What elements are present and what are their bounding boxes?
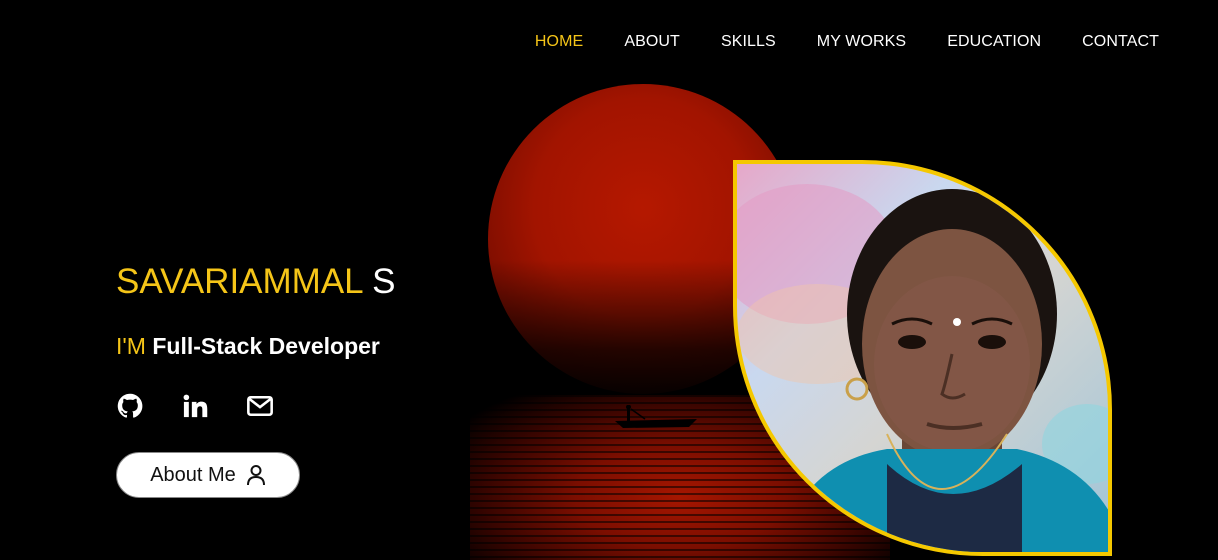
github-icon[interactable] [116, 392, 144, 420]
nav-about[interactable]: ABOUT [624, 33, 680, 51]
hero-role-title: Full-Stack Developer [152, 333, 380, 359]
nav-home[interactable]: HOME [535, 33, 583, 51]
linkedin-icon[interactable] [181, 392, 209, 420]
social-links [116, 392, 274, 420]
boat-silhouette [615, 405, 697, 428]
profile-photo [733, 160, 1112, 556]
top-nav: HOME ABOUT SKILLS MY WORKS EDUCATION CON… [535, 33, 1159, 51]
hero-role: I'M Full-Stack Developer [116, 333, 380, 360]
hero-role-prefix: I'M [116, 333, 146, 359]
nav-skills[interactable]: SKILLS [721, 33, 776, 51]
about-me-label: About Me [150, 463, 236, 486]
user-icon [246, 465, 265, 486]
nav-education[interactable]: EDUCATION [947, 33, 1041, 51]
nav-my-works[interactable]: MY WORKS [817, 33, 906, 51]
hero-name: SAVARIAMMAL S [116, 262, 395, 302]
hero-first-name: SAVARIAMMAL [116, 262, 363, 301]
portrait-illustration [737, 184, 1108, 552]
mail-icon[interactable] [246, 392, 274, 420]
about-me-button[interactable]: About Me [116, 452, 300, 498]
nav-contact[interactable]: CONTACT [1082, 33, 1159, 51]
hero-last-initial: S [372, 262, 396, 301]
